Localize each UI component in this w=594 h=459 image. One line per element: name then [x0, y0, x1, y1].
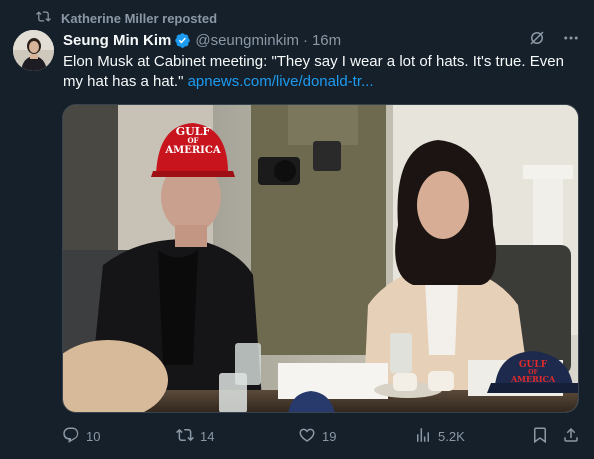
view-count: 5.2K: [438, 429, 465, 444]
author-handle[interactable]: @seungminkim: [195, 32, 299, 49]
analytics-icon: [414, 426, 432, 447]
share-button[interactable]: [562, 426, 580, 447]
grok-icon[interactable]: [528, 29, 546, 51]
repost-label: Katherine Miller reposted: [61, 10, 218, 26]
reply-count: 10: [86, 429, 101, 444]
tweet[interactable]: Katherine Miller reposted Seung Min Kim …: [0, 0, 594, 459]
hat-text-line2: OF: [187, 136, 198, 145]
more-options-icon[interactable]: [562, 29, 580, 51]
repost-icon: [36, 9, 51, 27]
share-icon: [562, 426, 580, 447]
tweet-text: Elon Musk at Cabinet meeting: "They say …: [63, 52, 583, 92]
heart-icon: [298, 426, 316, 447]
tweet-header: Seung Min Kim @seungminkim · 16m: [63, 30, 580, 50]
reply-icon: [62, 426, 80, 447]
repost-context[interactable]: Katherine Miller reposted: [36, 9, 217, 27]
views-button[interactable]: 5.2K: [414, 426, 465, 447]
separator-dot: ·: [302, 31, 308, 49]
timestamp[interactable]: 16m: [312, 32, 341, 49]
table-hat-text-line3: AMERICA: [510, 374, 556, 384]
bookmark-icon: [531, 426, 549, 447]
bookmark-button[interactable]: [531, 426, 549, 447]
reply-button[interactable]: 10: [62, 426, 100, 447]
tweet-actions: 10 14 19 5.2K: [62, 426, 582, 446]
retweet-icon: [176, 426, 194, 447]
verified-badge-icon: [174, 32, 191, 49]
like-button[interactable]: 19: [298, 426, 336, 447]
tweet-photo[interactable]: GULF OF AMERICA GULF OF AMERICA: [62, 104, 579, 413]
repost-button[interactable]: 14: [176, 426, 214, 447]
avatar[interactable]: [13, 30, 54, 71]
repost-count: 14: [200, 429, 215, 444]
author-name[interactable]: Seung Min Kim: [63, 32, 171, 49]
like-count: 19: [322, 429, 337, 444]
hat-text-line3: AMERICA: [164, 145, 220, 156]
tweet-link[interactable]: apnews.com/live/donald-tr...: [188, 73, 374, 90]
